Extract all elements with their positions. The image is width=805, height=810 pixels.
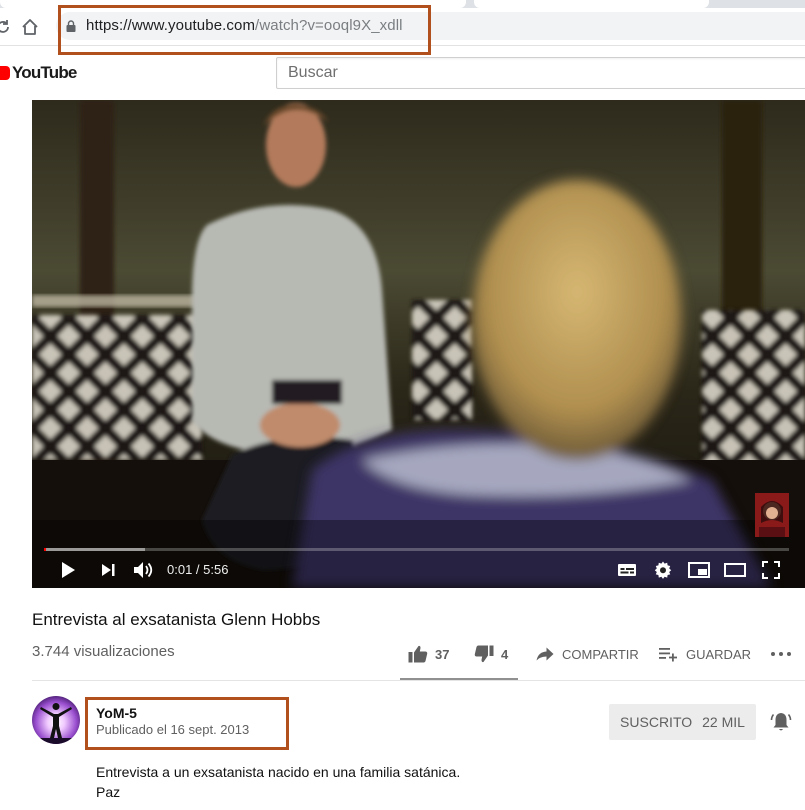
- search-input[interactable]: [277, 58, 805, 88]
- video-frame: [32, 100, 805, 588]
- video-description: Entrevista a un exsatanista nacido en un…: [96, 762, 460, 802]
- channel-avatar[interactable]: [32, 696, 80, 744]
- description-line: Entrevista a un exsatanista nacido en un…: [96, 764, 461, 780]
- next-icon: [102, 564, 115, 576]
- url-path: /watch?v=ooql9X_xdll: [255, 17, 403, 34]
- next-button[interactable]: [96, 556, 120, 584]
- more-horizontal-icon: [771, 652, 791, 656]
- settings-button[interactable]: [652, 556, 674, 584]
- fullscreen-button[interactable]: [759, 556, 783, 584]
- url-host: https://www.youtube.com: [86, 17, 256, 34]
- save-button[interactable]: GUARDAR: [659, 642, 751, 666]
- subtitles-icon: [618, 564, 636, 576]
- share-button[interactable]: COMPARTIR: [536, 642, 639, 666]
- progress-buffered: [44, 548, 145, 551]
- channel-name[interactable]: YoM-5: [96, 705, 137, 721]
- url-text[interactable]: https://www.youtube.com/watch?v=ooql9X_x…: [86, 17, 403, 34]
- progress-bar[interactable]: [44, 548, 789, 551]
- subscriber-count: 22 MIL: [702, 714, 745, 730]
- dislike-button[interactable]: 4: [474, 642, 508, 666]
- save-label: GUARDAR: [686, 646, 752, 662]
- play-icon: [62, 562, 75, 578]
- like-count: 37: [435, 646, 450, 662]
- subscribe-button[interactable]: SUSCRITO 22 MIL: [609, 704, 756, 740]
- time-separator: /: [192, 562, 204, 577]
- youtube-logo-text: YouTube: [12, 63, 77, 82]
- play-button[interactable]: [54, 556, 82, 584]
- address-bar[interactable]: https://www.youtube.com/watch?v=ooql9X_x…: [56, 12, 805, 40]
- time-display: 0:01 / 5:56: [167, 562, 228, 577]
- share-icon: [536, 647, 554, 661]
- notification-bell-icon[interactable]: [769, 710, 793, 734]
- more-actions-button[interactable]: [770, 642, 792, 666]
- description-line: Paz: [96, 784, 121, 800]
- volume-button[interactable]: [132, 556, 156, 584]
- thumbs-down-icon: [474, 645, 494, 663]
- browser-tab-strip: [0, 0, 805, 8]
- youtube-logo[interactable]: YouTube: [0, 63, 77, 83]
- youtube-masthead: YouTube: [0, 47, 805, 100]
- video-player[interactable]: 0:01 / 5:56: [32, 100, 805, 588]
- like-button[interactable]: 37: [408, 642, 449, 666]
- progress-played: [44, 548, 47, 551]
- thumbs-up-icon: [408, 645, 428, 663]
- miniplayer-icon: [688, 562, 710, 578]
- browser-tab[interactable]: [0, 0, 466, 8]
- publish-date: Publicado el 16 sept. 2013: [96, 722, 250, 737]
- avatar-image: [32, 696, 80, 744]
- fullscreen-icon: [762, 561, 780, 579]
- miniplayer-button[interactable]: [687, 556, 711, 584]
- browser-tab[interactable]: [474, 0, 709, 8]
- duration: 5:56: [203, 562, 229, 577]
- playlist-add-icon: [659, 648, 677, 662]
- divider: [32, 680, 805, 681]
- reload-icon[interactable]: [0, 16, 14, 38]
- volume-icon: [134, 562, 153, 578]
- search-box[interactable]: [276, 57, 805, 89]
- subtitles-button[interactable]: [616, 556, 638, 584]
- dislike-count: 4: [501, 646, 509, 662]
- video-title: Entrevista al exsatanista Glenn Hobbs: [32, 610, 321, 629]
- theater-mode-icon: [724, 563, 746, 577]
- home-icon[interactable]: [19, 16, 41, 38]
- lock-icon: [66, 20, 76, 32]
- youtube-play-logo-icon: [0, 66, 10, 80]
- current-time: 0:01: [167, 562, 193, 577]
- channel-watermark-icon[interactable]: [755, 493, 789, 537]
- subscribe-label: SUSCRITO: [620, 714, 693, 730]
- gear-icon: [654, 561, 672, 579]
- view-count: 3.744 visualizaciones: [32, 643, 175, 660]
- theater-mode-button[interactable]: [722, 556, 748, 584]
- browser-toolbar: https://www.youtube.com/watch?v=ooql9X_x…: [0, 8, 805, 46]
- share-label: COMPARTIR: [562, 646, 639, 662]
